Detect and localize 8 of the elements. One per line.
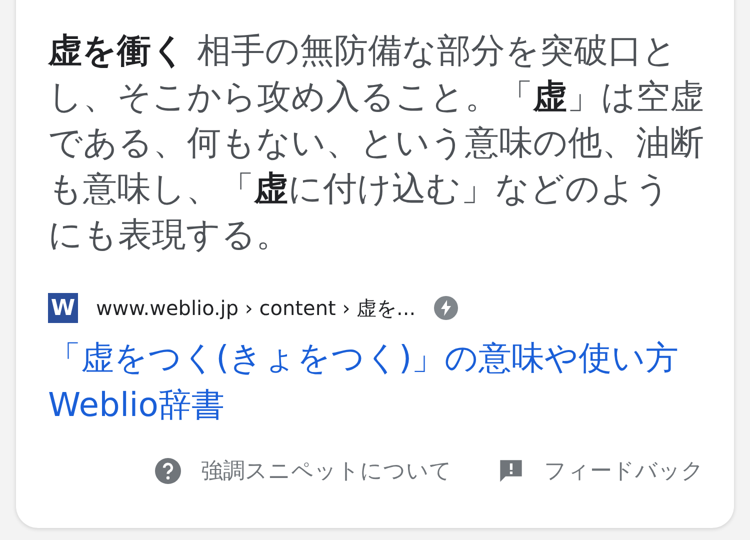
site-url: www.weblio.jp › content › 虚を... bbox=[96, 294, 416, 322]
help-icon[interactable] bbox=[155, 458, 181, 484]
footer-link[interactable]: 強調スニペットについて bbox=[201, 456, 452, 486]
snippet-text: 虚を衝く 相手の無防備な部分を突破口とし、そこから攻め入ること。「虚」は空虚である、何もない、という意味の他、油断も意味し、「虚に付け込む」などのようにも表現する。 bbox=[48, 30, 704, 257]
site-favicon: W bbox=[48, 293, 78, 323]
result-link[interactable]: 「虚をつく(きょをつく)」の意味や使い方 Weblio辞書 bbox=[48, 334, 704, 428]
feedback-icon[interactable] bbox=[498, 458, 524, 484]
footer-link[interactable]: フィードバック bbox=[544, 456, 704, 486]
